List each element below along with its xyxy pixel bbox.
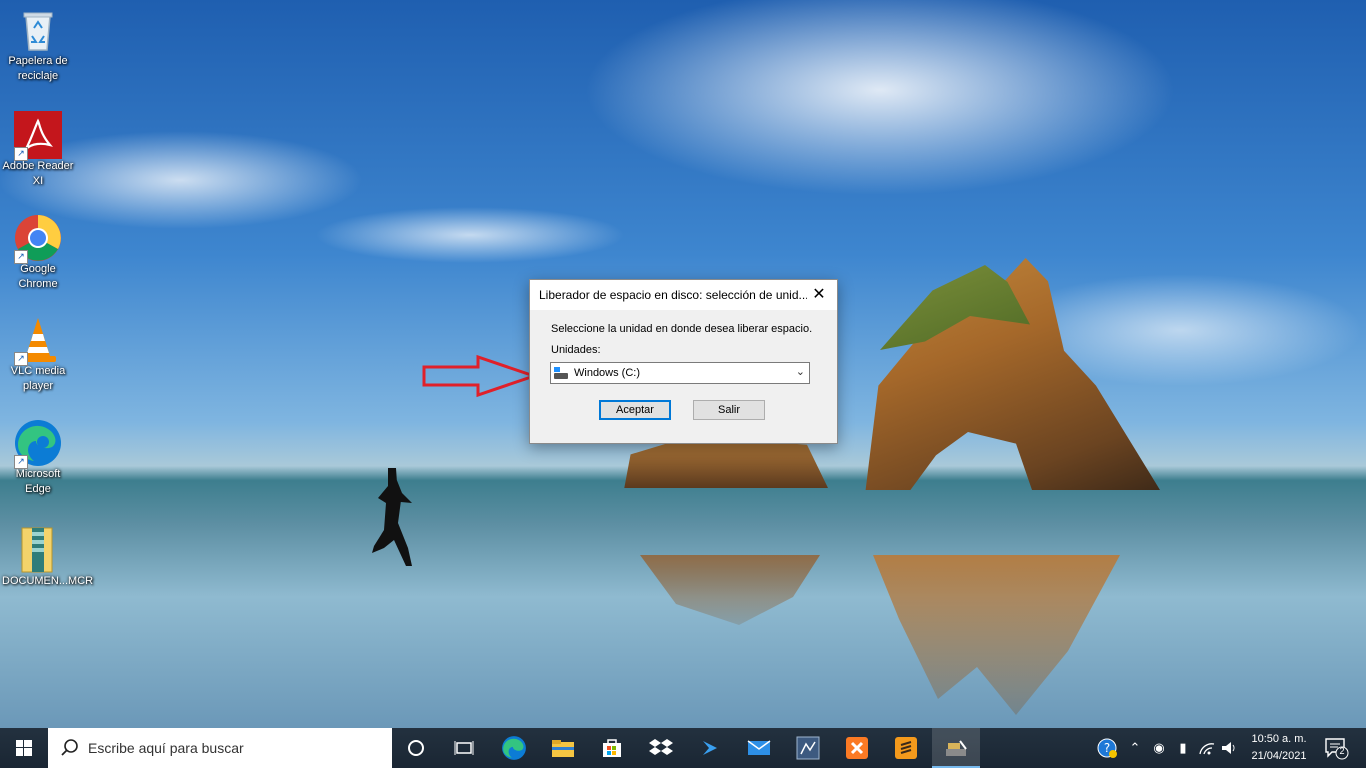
webcam-icon[interactable]: ◉	[1150, 738, 1168, 758]
notification-icon	[1325, 738, 1349, 760]
taskbar-clock[interactable]: 10:50 a. m. 21/04/2021	[1244, 731, 1314, 765]
dialog-title: Liberador de espacio en disco: selección…	[539, 288, 807, 302]
desktop-icon-label: VLC media player	[10, 365, 66, 392]
chrome-icon: ↗	[14, 214, 62, 264]
sublime-text-icon[interactable]	[890, 732, 922, 764]
wifi-icon[interactable]	[1198, 738, 1216, 758]
cortana-icon[interactable]	[400, 732, 432, 764]
start-button[interactable]	[0, 728, 48, 768]
task-view-icon[interactable]	[448, 732, 480, 764]
close-button[interactable]: ✕	[801, 280, 837, 310]
adobe-reader-icon: ↗	[14, 111, 62, 161]
annotation-arrow-icon	[422, 354, 538, 398]
desktop-icon-archive[interactable]: DOCUMEN...MCR	[0, 526, 94, 589]
shortcut-arrow-icon: ↗	[14, 352, 28, 366]
clock-time: 10:50 a. m.	[1251, 733, 1307, 745]
desktop-icon-edge[interactable]: ↗ Microsoft Edge	[0, 419, 76, 497]
shortcut-arrow-icon: ↗	[14, 455, 28, 469]
disk-cleanup-icon	[940, 732, 972, 764]
drive-select[interactable]: Windows (C:) ⌄	[550, 362, 810, 384]
dialog-titlebar[interactable]: Liberador de espacio en disco: selección…	[530, 280, 837, 310]
winrar-archive-icon	[14, 526, 62, 574]
notification-count: 2	[1339, 746, 1345, 756]
search-icon	[61, 739, 78, 756]
chevron-up-icon[interactable]: ⌃	[1126, 738, 1144, 758]
dialog-instruction: Seleccione la unidad en donde desea libe…	[551, 323, 813, 335]
desktop-icon-vlc[interactable]: ↗ VLC media player	[0, 316, 76, 394]
desktop-icon-adobe-reader[interactable]: ↗ Adobe Reader XI	[0, 111, 76, 189]
search-box[interactable]: Escribe aquí para buscar	[48, 728, 392, 768]
shortcut-arrow-icon: ↗	[14, 147, 28, 161]
drives-label: Unidades:	[551, 344, 601, 356]
search-placeholder: Escribe aquí para buscar	[88, 740, 244, 756]
mysql-workbench-icon[interactable]	[792, 732, 824, 764]
clock-date: 21/04/2021	[1251, 750, 1307, 762]
exit-button[interactable]: Salir	[693, 400, 765, 420]
mail-icon[interactable]	[743, 732, 775, 764]
file-explorer-icon[interactable]	[547, 732, 579, 764]
desktop-icon-label: Microsoft Edge	[15, 468, 61, 495]
taskbar-active-app[interactable]	[932, 728, 980, 768]
desktop-icon-label: Papelera de reciclaje	[8, 55, 68, 82]
battery-icon[interactable]: ▮	[1174, 738, 1192, 758]
chevron-down-icon: ⌄	[795, 366, 805, 378]
desktop-icon-chrome[interactable]: ↗ Google Chrome	[0, 214, 76, 292]
help-icon[interactable]: ?	[1096, 737, 1118, 759]
edge-icon[interactable]	[498, 732, 530, 764]
desktop-icon-label: Google Chrome	[18, 263, 58, 290]
drive-icon	[554, 367, 568, 379]
drive-select-value: Windows (C:)	[574, 367, 641, 379]
xampp-icon[interactable]	[841, 732, 873, 764]
notification-center-button[interactable]: 2	[1322, 736, 1352, 760]
windows-logo-icon	[16, 740, 32, 756]
disk-cleanup-dialog: Liberador de espacio en disco: selección…	[529, 279, 838, 444]
visual-studio-icon[interactable]	[694, 732, 726, 764]
shortcut-arrow-icon: ↗	[14, 250, 28, 264]
edge-icon: ↗	[14, 419, 62, 469]
vlc-icon: ↗	[14, 316, 62, 366]
dropbox-icon[interactable]	[645, 732, 677, 764]
recycle-bin-icon	[14, 6, 62, 54]
microsoft-store-icon[interactable]	[596, 732, 628, 764]
desktop-icon-label: DOCUMEN...MCR	[2, 575, 94, 587]
volume-icon[interactable]	[1220, 738, 1238, 758]
taskbar: Escribe aquí para buscar ? ⌃ ◉ ▮ 10:50 a…	[0, 728, 1366, 768]
desktop-icon-recycle-bin[interactable]: Papelera de reciclaje	[0, 6, 76, 84]
desktop-icon-label: Adobe Reader XI	[2, 160, 74, 187]
ok-button[interactable]: Aceptar	[599, 400, 671, 420]
